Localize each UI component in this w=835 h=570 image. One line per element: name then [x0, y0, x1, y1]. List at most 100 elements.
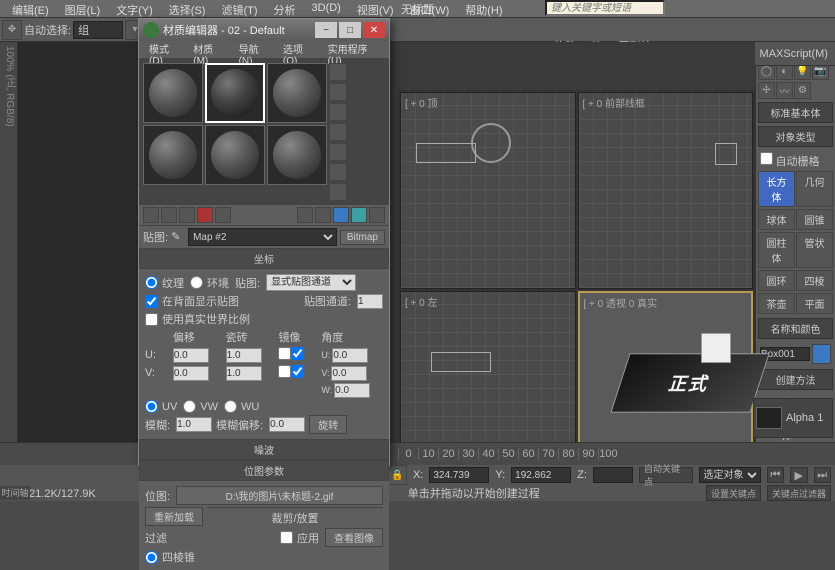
- timeline-tab[interactable]: 时间轴: [0, 486, 30, 500]
- me-menu-mode[interactable]: 模式(D): [143, 41, 187, 58]
- u-angle-input[interactable]: [332, 348, 368, 363]
- close-button[interactable]: ✕: [363, 22, 385, 38]
- alpha-layer-label[interactable]: Alpha 1: [786, 412, 823, 424]
- rotate-button[interactable]: 旋转: [309, 415, 347, 434]
- reset-icon[interactable]: [197, 207, 213, 223]
- material-slot-4[interactable]: [143, 125, 203, 185]
- me-menu-nav[interactable]: 导航(N): [233, 41, 277, 58]
- view-cube-icon[interactable]: [701, 333, 731, 363]
- menu-analyze[interactable]: 分析: [266, 1, 304, 16]
- v-angle-input[interactable]: [331, 366, 367, 381]
- menu-edit[interactable]: 编辑(E): [4, 1, 57, 16]
- color-swatch[interactable]: [812, 344, 831, 364]
- cylinder-button[interactable]: 圆柱体: [758, 232, 795, 268]
- alpha-thumb-icon[interactable]: [756, 407, 782, 429]
- put-to-scene-icon[interactable]: [161, 207, 177, 223]
- material-slot-3[interactable]: [267, 63, 327, 123]
- uv-radio[interactable]: [145, 400, 158, 413]
- u-tile-cb[interactable]: [291, 347, 304, 360]
- apply-checkbox[interactable]: [280, 531, 293, 544]
- play-button[interactable]: ▶: [790, 467, 807, 483]
- menu-3d[interactable]: 3D(D): [304, 1, 349, 16]
- assign-icon[interactable]: [179, 207, 195, 223]
- setkey-button[interactable]: 设置关键点: [706, 485, 761, 501]
- u-tile-input[interactable]: [226, 348, 262, 363]
- tube-button[interactable]: 管状: [796, 232, 833, 268]
- minimize-button[interactable]: −: [315, 22, 337, 38]
- sample-uv-icon[interactable]: [329, 123, 347, 141]
- options-icon[interactable]: [329, 183, 347, 201]
- view-image-button[interactable]: 查看图像: [325, 528, 383, 547]
- wu-radio[interactable]: [224, 400, 237, 413]
- pyramid-radio[interactable]: [145, 551, 158, 564]
- texture-radio[interactable]: [145, 276, 158, 289]
- menu-text[interactable]: 文字(Y): [108, 1, 161, 16]
- category-dropdown[interactable]: 标准基本体: [758, 102, 833, 123]
- nav-icon[interactable]: [369, 207, 385, 223]
- menu-filter[interactable]: 滤镜(T): [213, 1, 265, 16]
- viewport-front[interactable]: [ + 0 前部线框: [578, 92, 754, 289]
- bitmap-params-header[interactable]: 位图参数: [139, 460, 389, 481]
- v-tile-input[interactable]: [226, 366, 262, 381]
- video-check-icon[interactable]: [329, 143, 347, 161]
- me-menu-material[interactable]: 材质(M): [187, 41, 232, 58]
- v-mirror-cb[interactable]: [278, 365, 291, 378]
- real-world-checkbox[interactable]: [145, 313, 158, 326]
- get-material-icon[interactable]: [143, 207, 159, 223]
- environ-radio[interactable]: [190, 276, 203, 289]
- torus-button[interactable]: 圆环: [758, 270, 795, 291]
- geosphere-button[interactable]: 圆锥: [796, 209, 833, 230]
- pyramid-button[interactable]: 四棱: [796, 270, 833, 291]
- copy-icon[interactable]: [215, 207, 231, 223]
- show-map-icon[interactable]: [333, 207, 349, 223]
- show-end-icon[interactable]: [351, 207, 367, 223]
- sphere-button[interactable]: 球体: [758, 209, 795, 230]
- me-menu-options[interactable]: 选项(O): [277, 41, 322, 58]
- next-frame-button[interactable]: ⏭: [814, 467, 831, 483]
- textured-box[interactable]: 正式: [610, 353, 769, 412]
- move-tool-icon[interactable]: ✥: [2, 20, 22, 40]
- backlight-icon[interactable]: [329, 83, 347, 101]
- coordinates-rollout-header[interactable]: 坐标: [139, 248, 389, 269]
- menu-layer[interactable]: 图层(L): [57, 1, 108, 16]
- go-sibling-icon[interactable]: [315, 207, 331, 223]
- keyfilter-dropdown[interactable]: 选定对象: [699, 467, 761, 483]
- mapping-dropdown[interactable]: 显式贴图通道: [266, 274, 356, 291]
- y-coord-input[interactable]: [511, 467, 571, 483]
- make-preview-icon[interactable]: [329, 163, 347, 181]
- material-slot-2[interactable]: [205, 63, 265, 123]
- map-channel-input[interactable]: [357, 294, 383, 309]
- keyfilter-button[interactable]: 关键点过滤器: [767, 485, 831, 501]
- u-offset-input[interactable]: [173, 348, 209, 363]
- blur-input[interactable]: [176, 417, 212, 432]
- noise-rollout-header[interactable]: 噪波: [139, 439, 389, 460]
- helpers-icon[interactable]: ✢: [758, 82, 775, 99]
- w-angle-input[interactable]: [334, 383, 370, 398]
- systems-icon[interactable]: ⚙: [794, 82, 811, 99]
- blur-offset-input[interactable]: [269, 417, 305, 432]
- go-parent-icon[interactable]: [297, 207, 313, 223]
- lock-icon[interactable]: 🔒: [388, 465, 407, 485]
- autoselect-dropdown[interactable]: [73, 21, 123, 39]
- timeline[interactable]: 0 10 20 30 40 50 60 70 80 90 100: [0, 443, 835, 465]
- search-input[interactable]: [545, 0, 665, 16]
- autogrid-checkbox[interactable]: [760, 152, 773, 165]
- menu-maxscript[interactable]: MAXScript(M): [755, 48, 833, 60]
- u-mirror-cb[interactable]: [278, 347, 291, 360]
- map-name-dropdown[interactable]: Map #2: [188, 228, 337, 246]
- document-tab[interactable]: 100% (正, RGB/8): [0, 42, 18, 442]
- map-type-button[interactable]: Bitmap: [340, 230, 385, 245]
- box-button[interactable]: 长方体: [758, 171, 795, 207]
- menu-select[interactable]: 选择(S): [161, 1, 214, 16]
- show-back-checkbox[interactable]: [145, 295, 158, 308]
- material-slot-5[interactable]: [205, 125, 265, 185]
- bitmap-path-button[interactable]: D:\我的图片\未标题-2.gif: [176, 486, 383, 505]
- reload-button[interactable]: 重新加载: [145, 507, 203, 526]
- material-slot-1[interactable]: [143, 63, 203, 123]
- background-icon[interactable]: [329, 103, 347, 121]
- material-editor-titlebar[interactable]: 材质编辑器 - 02 - Default − □ ✕: [139, 19, 389, 41]
- x-coord-input[interactable]: [429, 467, 489, 483]
- maximize-button[interactable]: □: [339, 22, 361, 38]
- plane-button[interactable]: 平面: [796, 293, 833, 314]
- vw-radio[interactable]: [183, 400, 196, 413]
